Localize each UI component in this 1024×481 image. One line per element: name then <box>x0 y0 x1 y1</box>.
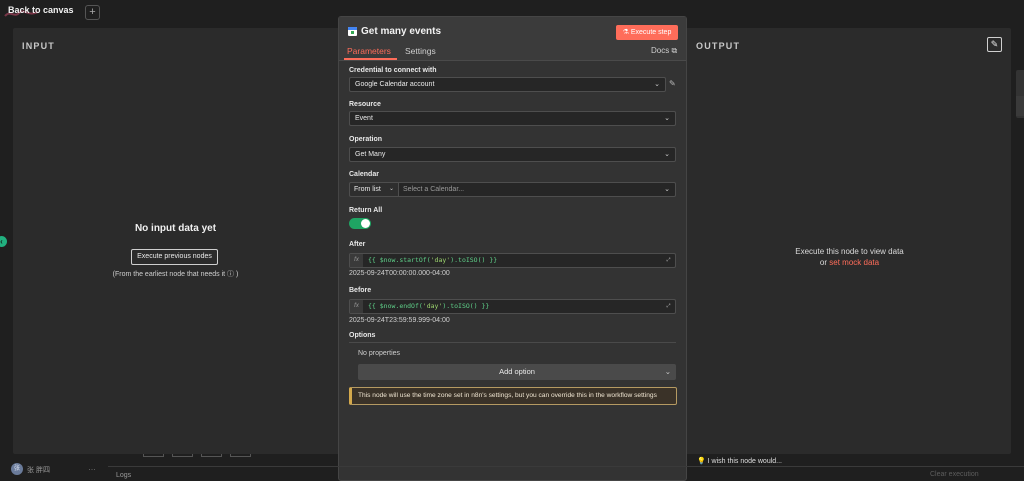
before-label: Before <box>349 287 372 294</box>
calendar-label: Calendar <box>349 171 379 178</box>
before-expression-input[interactable]: fx {{ $now.endOf('day').toISO() }} ⤢ <box>349 299 676 314</box>
set-mock-data-link[interactable]: set mock data <box>829 258 879 267</box>
after-expression-code: {{ $now.startOf('day').toISO() }} <box>368 256 498 264</box>
docs-link[interactable]: Docs ⧉ <box>651 46 677 56</box>
return-all-label: Return All <box>349 207 383 214</box>
resource-select[interactable]: Event ⌄ <box>349 111 676 126</box>
feedback-link[interactable]: 💡 I wish this node would... <box>697 457 782 465</box>
canvas-controls <box>143 454 251 457</box>
timezone-notice: This node will use the time zone set in … <box>349 387 677 405</box>
credential-value: Google Calendar account <box>355 81 435 88</box>
earliest-note-close: ) <box>236 271 239 278</box>
operation-select[interactable]: Get Many ⌄ <box>349 147 676 162</box>
logs-tab[interactable]: Logs <box>116 472 131 479</box>
output-empty-message: Execute this node to view data or set mo… <box>688 246 1011 268</box>
edit-credential-pencil-icon[interactable]: ✎ <box>669 79 676 88</box>
output-panel-title: OUTPUT <box>696 41 741 51</box>
after-label: After <box>349 241 366 248</box>
before-result: 2025-09-24T23:59:59.999-04:00 <box>349 317 450 324</box>
add-option-button[interactable]: Add option ⌄ <box>358 364 676 380</box>
calendar-mode-select[interactable]: From list ⌄ <box>349 182 399 197</box>
options-divider <box>349 342 676 343</box>
chevron-down-icon: ⌄ <box>654 81 660 88</box>
back-to-canvas-label: Back to canvas <box>8 5 74 15</box>
google-calendar-icon <box>348 27 357 36</box>
execute-previous-nodes-button[interactable]: Execute previous nodes <box>131 249 218 265</box>
return-all-toggle[interactable] <box>349 218 371 229</box>
lightbulb-icon: 💡 <box>697 458 706 465</box>
expand-expression-icon[interactable]: ⤢ <box>663 255 674 266</box>
chevron-down-icon: ⌄ <box>664 115 670 122</box>
fx-icon: fx <box>350 300 363 313</box>
execute-hint: Execute this node to view data <box>795 247 904 256</box>
username: 张 胖四 <box>27 467 50 474</box>
resource-label: Resource <box>349 101 381 108</box>
credential-select[interactable]: Google Calendar account ⌄ <box>349 77 666 92</box>
user-menu-icon[interactable]: … <box>88 463 96 472</box>
input-panel-title: INPUT <box>22 41 55 51</box>
node-header: Get many events ⚗ Execute step Parameter… <box>339 17 686 61</box>
chevron-down-icon: ⌄ <box>664 367 671 376</box>
calendar-select[interactable]: Select a Calendar... ⌄ <box>398 182 676 197</box>
execute-step-button[interactable]: ⚗ Execute step <box>616 25 678 40</box>
earliest-note-text: (From the earliest node that needs it <box>112 271 226 278</box>
no-input-heading: No input data yet <box>134 223 217 234</box>
expand-expression-icon[interactable]: ⤢ <box>663 301 674 312</box>
chevron-down-icon: ⌄ <box>664 151 670 158</box>
no-properties-text: No properties <box>358 350 401 357</box>
resource-value: Event <box>355 115 373 122</box>
node-title[interactable]: Get many events <box>361 26 441 37</box>
back-to-canvas-button[interactable]: Back to canvas <box>8 5 74 15</box>
after-expression-input[interactable]: fx {{ $now.startOf('day').toISO() }} ⤢ <box>349 253 676 268</box>
after-result: 2025-09-24T00:00:00.000-04:00 <box>349 270 450 277</box>
calendar-placeholder: Select a Calendar... <box>403 186 465 193</box>
docs-label: Docs <box>651 46 670 55</box>
tab-settings[interactable]: Settings <box>405 46 436 56</box>
tab-parameters[interactable]: Parameters <box>347 46 391 56</box>
node-details-panel: Get many events ⚗ Execute step Parameter… <box>338 16 687 481</box>
options-label: Options <box>349 332 376 339</box>
info-icon: ⓘ <box>227 271 235 278</box>
logs-divider <box>108 466 1024 467</box>
clear-execution-button[interactable]: Clear execution <box>930 471 979 478</box>
fx-icon: fx <box>350 254 363 267</box>
external-link-icon: ⧉ <box>671 46 678 55</box>
chevron-down-icon: ⌄ <box>388 186 394 192</box>
add-node-button[interactable]: + <box>85 5 100 20</box>
avatar[interactable]: 张 <box>11 463 23 475</box>
calendar-mode-value: From list <box>354 186 381 193</box>
side-panel-handle[interactable] <box>1016 96 1024 116</box>
before-expression-code: {{ $now.endOf('day').toISO() }} <box>368 302 490 310</box>
edit-output-pencil-icon[interactable]: ✎ <box>987 37 1002 52</box>
add-option-label: Add option <box>499 367 535 376</box>
input-handle-icon[interactable]: ‹ <box>0 236 7 247</box>
operation-label: Operation <box>349 136 383 143</box>
earliest-node-note: (From the earliest node that needs it ⓘ … <box>13 269 338 279</box>
active-tab-indicator <box>344 58 397 60</box>
execute-step-label: Execute step <box>630 29 672 36</box>
chevron-down-icon: ⌄ <box>664 186 670 193</box>
operation-value: Get Many <box>355 151 386 158</box>
wish-label: I wish this node would... <box>707 458 782 465</box>
credential-label: Credential to connect with <box>349 67 437 74</box>
or-text: or <box>819 258 828 267</box>
